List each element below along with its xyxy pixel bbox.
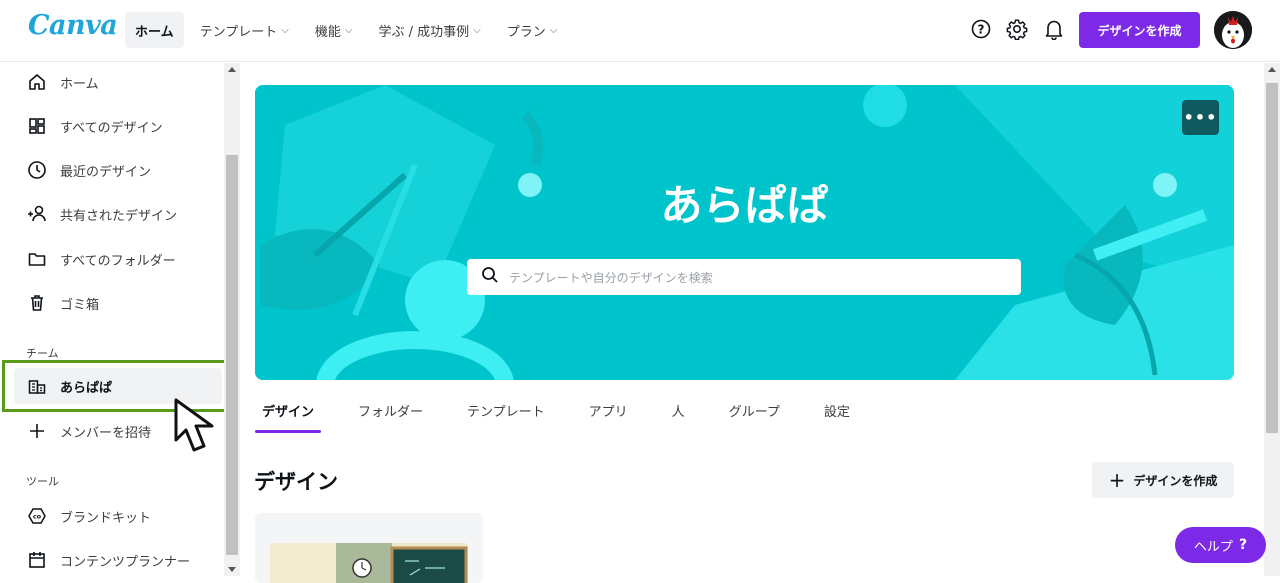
top-bar: Canva ホーム テンプレート ⌵ 機能 ⌵ 学ぶ / 成功事例 ⌵ プラン ⌵ ? … [0, 0, 1280, 62]
svg-text:?: ? [978, 23, 985, 37]
sidebar-item-folders[interactable]: すべてのフォルダー [14, 241, 222, 277]
sidebar-heading-tools: ツール [26, 475, 59, 488]
sidebar-item-shared[interactable]: 共有されたデザイン [14, 196, 222, 232]
chevron-down-icon: ⌵ [344, 24, 353, 36]
scroll-up-arrow-icon[interactable] [228, 67, 236, 72]
more-options-button[interactable]: ••• [1182, 100, 1219, 135]
create-design-button[interactable]: デザインを作成 [1079, 12, 1200, 48]
main-nav: ホーム テンプレート ⌵ 機能 ⌵ 学ぶ / 成功事例 ⌵ プラン ⌵ [125, 12, 567, 48]
sidebar-scrollbar-thumb[interactable] [226, 155, 238, 555]
section-title: デザイン [254, 470, 338, 494]
sidebar-item-team-arapapa[interactable]: あらぱぱ [14, 368, 222, 404]
design-card[interactable] [255, 513, 483, 583]
scroll-down-arrow-icon[interactable] [228, 567, 236, 572]
team-name-title: あらぱぱ [660, 181, 829, 230]
gear-icon[interactable] [1005, 17, 1029, 41]
team-banner: あらぱぱ テンプレートや自分のデザインを検索 ••• [255, 85, 1234, 380]
nav-features[interactable]: 機能 ⌵ [305, 12, 363, 48]
nav-home[interactable]: ホーム [125, 12, 184, 48]
design-thumbnail [270, 543, 468, 583]
grid-icon [26, 115, 48, 137]
sidebar-item-trash[interactable]: ゴミ箱 [14, 285, 222, 321]
calendar-icon [26, 549, 48, 571]
svg-text:co: co [33, 513, 42, 521]
bell-icon[interactable] [1042, 17, 1066, 41]
sidebar-item-home[interactable]: ホーム [14, 64, 222, 100]
folder-icon [26, 248, 48, 270]
team-building-icon [26, 375, 48, 397]
nav-learn[interactable]: 学ぶ / 成功事例 ⌵ [368, 12, 490, 48]
help-icon[interactable]: ? [969, 17, 993, 41]
home-icon [26, 71, 48, 93]
tab-groups[interactable]: グループ [722, 395, 787, 433]
canva-logo[interactable]: Canva [28, 10, 118, 41]
trash-icon [26, 292, 48, 314]
chevron-down-icon: ⌵ [549, 24, 558, 36]
scroll-up-arrow-icon[interactable] [1268, 67, 1276, 72]
main-scrollbar[interactable] [1264, 63, 1280, 576]
sidebar-item-content-planner[interactable]: コンテンツプランナー [14, 542, 222, 576]
search-placeholder: テンプレートや自分のデザインを検索 [509, 270, 713, 285]
question-icon: ? [1238, 537, 1248, 553]
tab-folders[interactable]: フォルダー [351, 395, 430, 433]
main-scrollbar-thumb[interactable] [1266, 83, 1278, 433]
tab-people[interactable]: 人 [665, 395, 692, 433]
sidebar-scrollbar[interactable] [224, 63, 240, 576]
tab-templates[interactable]: テンプレート [460, 395, 552, 433]
sidebar-heading-team: チーム [26, 347, 59, 360]
nav-plans[interactable]: プラン ⌵ [497, 12, 568, 48]
sidebar-item-all-designs[interactable]: すべてのデザイン [14, 108, 222, 144]
plus-icon: + [1108, 468, 1126, 492]
tab-designs[interactable]: デザイン [255, 395, 322, 433]
search-input[interactable]: テンプレートや自分のデザインを検索 [467, 259, 1021, 295]
tab-apps[interactable]: アプリ [582, 395, 635, 433]
chevron-down-icon: ⌵ [473, 24, 481, 36]
search-icon [481, 266, 499, 288]
sidebar-item-invite-members[interactable]: メンバーを招待 [14, 413, 222, 449]
sidebar: ホーム すべてのデザイン 最近のデザイン 共有されたデザイン すべてのフォルダー… [0, 63, 223, 576]
clock-icon [26, 159, 48, 181]
plus-icon [26, 420, 48, 442]
section-create-design-button[interactable]: + デザインを作成 [1092, 462, 1234, 498]
help-button[interactable]: ヘルプ ? [1175, 527, 1266, 563]
team-tabs: デザイン フォルダー テンプレート アプリ 人 グループ 設定 [255, 395, 887, 433]
sidebar-item-brand-kit[interactable]: co ブランドキット [14, 498, 222, 534]
brand-kit-icon: co [26, 505, 48, 527]
shared-users-icon [26, 203, 48, 225]
chevron-down-icon: ⌵ [281, 24, 289, 36]
tab-settings[interactable]: 設定 [817, 395, 857, 433]
sidebar-item-recent[interactable]: 最近のデザイン [14, 152, 222, 188]
avatar[interactable] [1214, 11, 1252, 49]
nav-templates[interactable]: テンプレート ⌵ [190, 12, 299, 48]
